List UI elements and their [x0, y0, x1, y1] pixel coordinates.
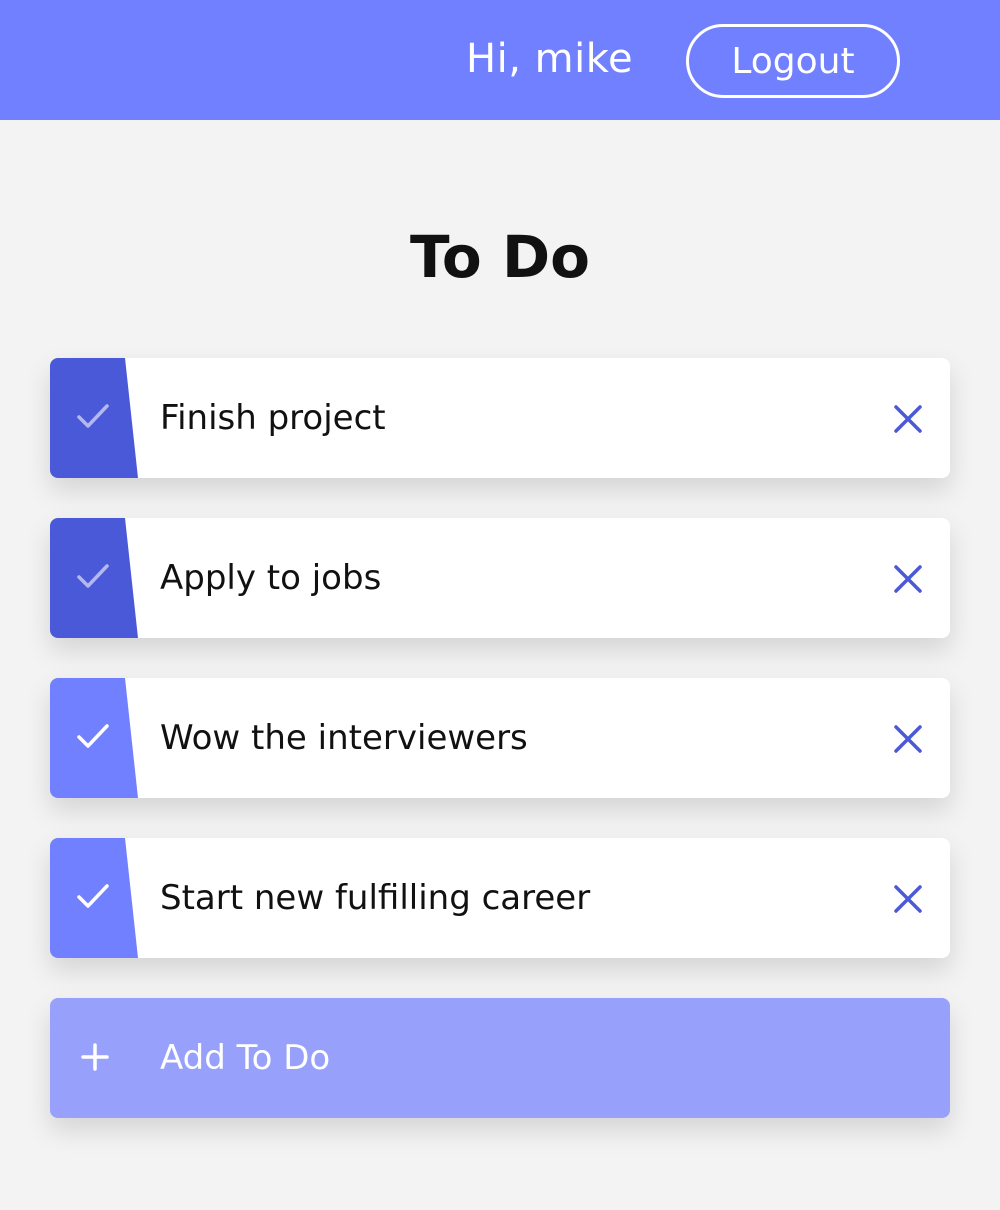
delete-todo-button[interactable] [888, 562, 928, 596]
plus-icon [81, 1043, 109, 1071]
check-icon [77, 884, 109, 908]
todo-item: Start new fulfilling career [50, 838, 950, 958]
todo-text: Start new fulfilling career [160, 878, 591, 918]
todo-item: Wow the interviewers [50, 678, 950, 798]
check-icon [77, 564, 109, 588]
delete-todo-button[interactable] [888, 882, 928, 916]
app-header: Hi, mike Logout [0, 0, 1000, 120]
todo-text: Wow the interviewers [160, 718, 528, 758]
todo-complete-toggle[interactable] [50, 518, 138, 638]
add-todo-button[interactable]: Add To Do [50, 998, 950, 1118]
close-icon [894, 725, 922, 753]
todo-item: Apply to jobs [50, 518, 950, 638]
close-icon [894, 405, 922, 433]
check-icon [77, 404, 109, 428]
close-icon [894, 885, 922, 913]
todo-item: Finish project [50, 358, 950, 478]
todo-complete-toggle[interactable] [50, 838, 138, 958]
add-todo-label: Add To Do [160, 1038, 331, 1078]
todo-text: Apply to jobs [160, 558, 382, 598]
delete-todo-button[interactable] [888, 402, 928, 436]
check-icon [77, 724, 109, 748]
todo-complete-toggle[interactable] [50, 358, 138, 478]
close-icon [894, 565, 922, 593]
todo-list: Finish project Apply to jobs Wow the int… [50, 358, 950, 1118]
page-title: To Do [410, 223, 590, 291]
todo-text: Finish project [160, 398, 386, 438]
delete-todo-button[interactable] [888, 722, 928, 756]
logout-button[interactable]: Logout [686, 24, 900, 98]
user-greeting: Hi, mike [466, 36, 634, 82]
todo-complete-toggle[interactable] [50, 678, 138, 798]
